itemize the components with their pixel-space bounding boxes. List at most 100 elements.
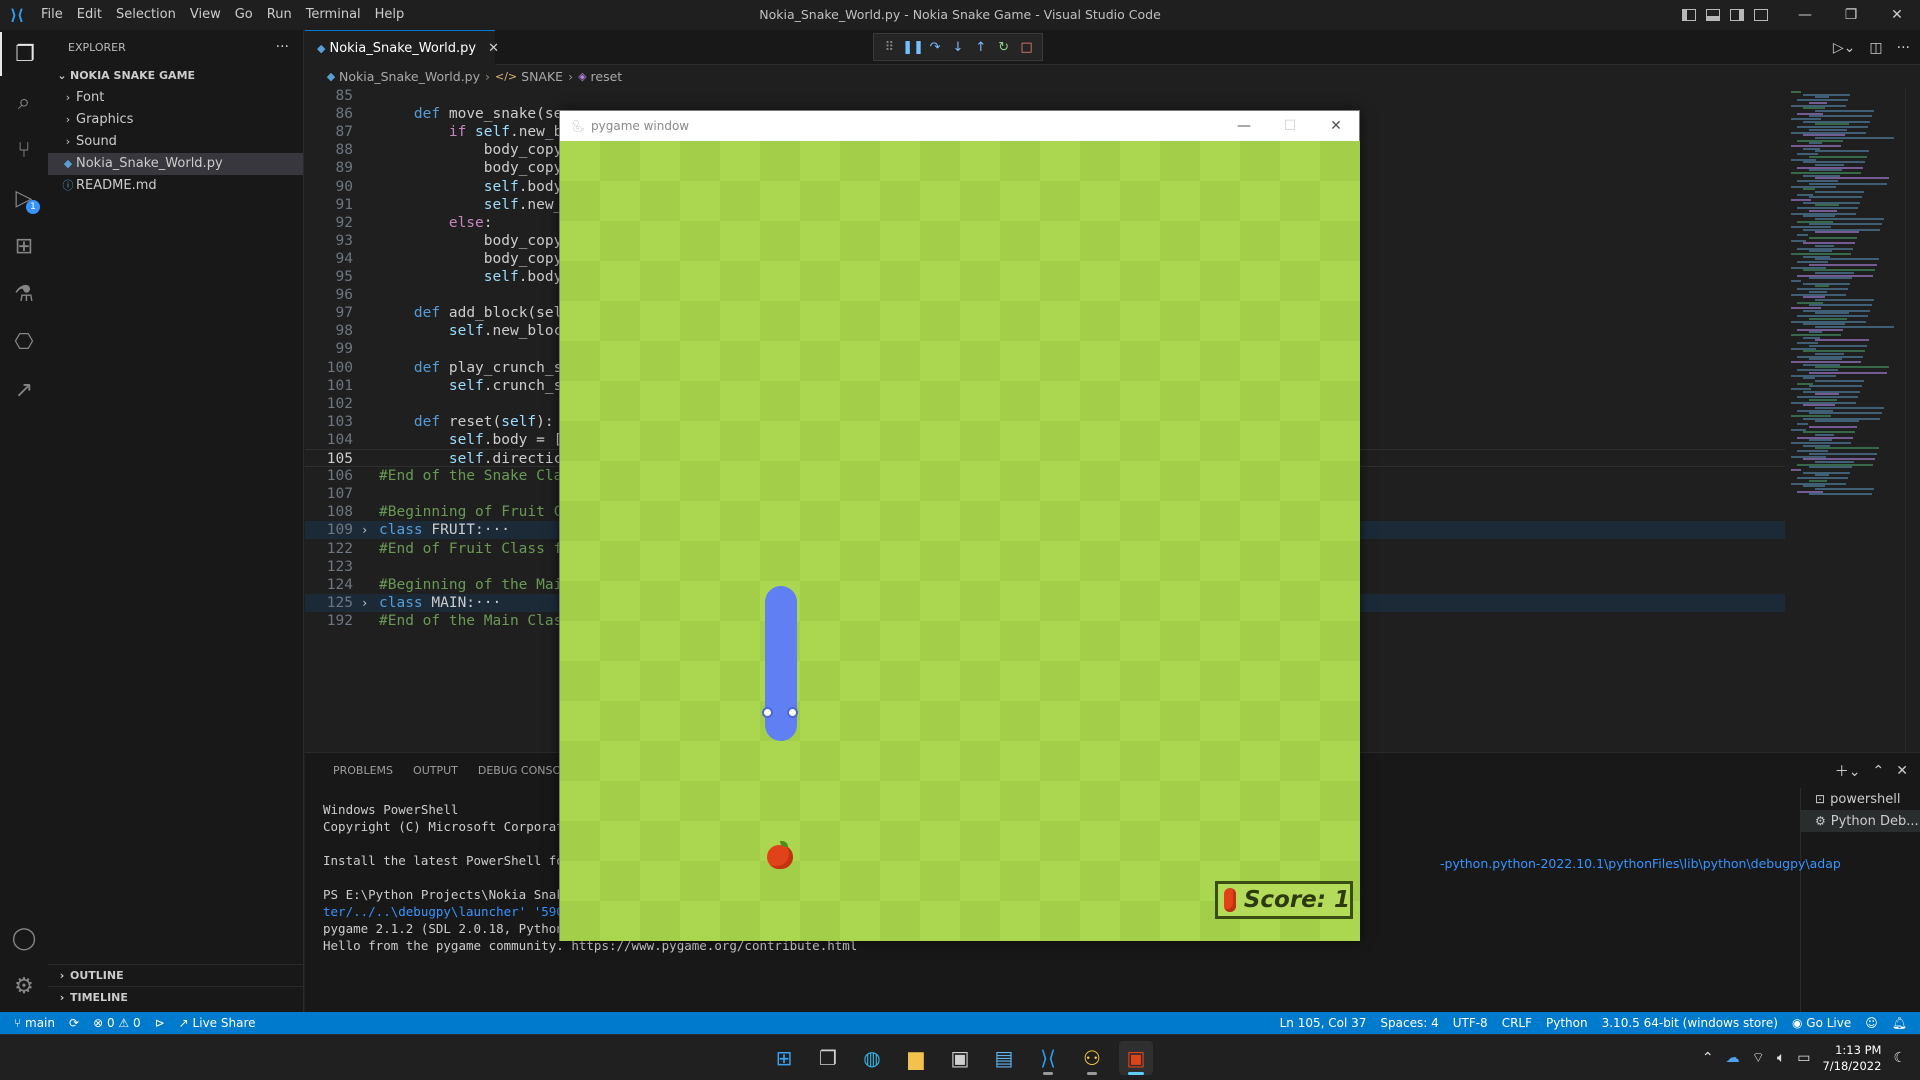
tray-overflow-chevron-icon[interactable]: ⌃ (1702, 1050, 1714, 1066)
new-terminal-icon[interactable]: ＋⌄ (1835, 761, 1861, 781)
onedrive-cloud-icon[interactable]: ☁ (1726, 1050, 1740, 1066)
encoding[interactable]: UTF-8 (1446, 1016, 1495, 1030)
branch-indicator[interactable]: ⑂ main (0, 1016, 62, 1030)
pygame-window[interactable]: 🐍︎ pygame window — ☐ ✕ Score: 1 (559, 110, 1360, 941)
step-over-icon[interactable]: ↷ (925, 40, 945, 55)
settings-gear-icon[interactable]: ⚙ (0, 964, 48, 1008)
panel-tab-problems[interactable]: PROBLEMS (323, 753, 403, 788)
search-icon[interactable]: ⌕ (0, 80, 48, 124)
maximize-panel-icon[interactable]: ⌃ (1873, 763, 1885, 779)
stop-icon[interactable]: □ (1016, 40, 1036, 55)
workspace-root[interactable]: ⌄ NOKIA SNAKE GAME (48, 65, 303, 87)
menu-file[interactable]: File (34, 0, 70, 30)
code-line[interactable]: 85 (305, 87, 1785, 105)
close-button[interactable]: ✕ (1874, 0, 1920, 30)
drag-handle-icon[interactable]: ⠿ (879, 40, 899, 55)
task-view-icon[interactable]: ❐ (811, 1041, 845, 1075)
menu-selection[interactable]: Selection (109, 0, 183, 30)
step-into-icon[interactable]: ↓ (948, 40, 968, 55)
menu-terminal[interactable]: Terminal (299, 0, 368, 30)
menu-view[interactable]: View (183, 0, 228, 30)
feedback-icon[interactable]: ☺ (1858, 1016, 1885, 1030)
vscode-taskbar-icon[interactable]: ⟩⟨ (1031, 1041, 1065, 1075)
pygame-minimize-button[interactable]: — (1221, 111, 1267, 141)
customize-layout-icon[interactable] (1754, 9, 1768, 21)
source-control-icon[interactable]: ⑂ (0, 128, 48, 172)
breadcrumb-file[interactable]: Nokia_Snake_World.py (339, 69, 480, 84)
debug-status-icon[interactable]: ⊳ (148, 1016, 172, 1030)
live-share-icon[interactable]: ↗ (0, 368, 48, 412)
wifi-icon[interactable]: ⌔ (1752, 1049, 1765, 1067)
restart-icon[interactable]: ↻ (994, 40, 1014, 55)
indentation[interactable]: Spaces: 4 (1373, 1016, 1445, 1030)
accounts-icon[interactable]: ◯ (0, 916, 48, 960)
minimap-line (1809, 101, 1827, 104)
terminal-item-powershell[interactable]: ⊡ powershell (1801, 788, 1920, 810)
run-debug-icon[interactable]: ▷ 1 (0, 176, 48, 220)
outline-section[interactable]: › OUTLINE (48, 964, 303, 986)
panel-tab-output[interactable]: OUTPUT (403, 753, 468, 788)
tree-item-sound[interactable]: › Sound (48, 131, 303, 153)
remote-explorer-icon[interactable]: ⎔ (0, 320, 48, 364)
tab-nokia-snake-world[interactable]: ◆ Nokia_Snake_World.py ✕ (305, 30, 499, 65)
pygame-taskbar-icon[interactable]: ▣ (1119, 1041, 1153, 1075)
fold-chevron-icon[interactable]: › (361, 521, 368, 539)
split-editor-icon[interactable]: ◫ (1869, 40, 1882, 56)
board-cell (1200, 501, 1240, 541)
notepad-icon[interactable]: ▤ (987, 1041, 1021, 1075)
menu-go[interactable]: Go (228, 0, 260, 30)
minimap-line (1809, 223, 1882, 226)
minimize-button[interactable]: — (1782, 0, 1828, 30)
file-explorer-icon[interactable]: ▆ (899, 1041, 933, 1075)
end-of-line[interactable]: CRLF (1495, 1016, 1539, 1030)
game-board[interactable]: Score: 1 (560, 141, 1360, 941)
go-live-button[interactable]: ◉ Go Live (1785, 1016, 1858, 1030)
battery-icon[interactable]: ▭ (1797, 1050, 1810, 1066)
toggle-panel-icon[interactable] (1706, 9, 1720, 21)
python-interpreter[interactable]: 3.10.5 64-bit (windows store) (1595, 1016, 1785, 1030)
tree-item-readme-md[interactable]: ⓘ README.md (48, 175, 303, 197)
sync-icon[interactable]: ⟳ (62, 1016, 86, 1030)
terminal-item-python-debug[interactable]: ⚙ Python Deb... (1801, 810, 1920, 832)
explorer-more-actions[interactable]: ··· (276, 30, 289, 65)
menu-run[interactable]: Run (260, 0, 299, 30)
restore-button[interactable]: ❐ (1828, 0, 1874, 30)
notifications-bell-icon[interactable]: 🔔︎ (1885, 1016, 1914, 1030)
close-panel-icon[interactable]: ✕ (1896, 763, 1908, 779)
timeline-section[interactable]: › TIMELINE (48, 986, 303, 1008)
store-icon[interactable]: ▣ (943, 1041, 977, 1075)
notification-moon-icon[interactable]: ☾ (1893, 1050, 1906, 1066)
menu-edit[interactable]: Edit (70, 0, 109, 30)
step-out-icon[interactable]: ↑ (971, 40, 991, 55)
line-number: 89 (335, 160, 353, 177)
pygame-title-bar[interactable]: 🐍︎ pygame window — ☐ ✕ (560, 111, 1359, 141)
editor-scrollbar[interactable] (1905, 87, 1920, 752)
breadcrumb-method[interactable]: reset (591, 69, 623, 84)
run-file-icon[interactable]: ▷⌄ (1833, 40, 1856, 56)
tree-item-graphics[interactable]: › Graphics (48, 109, 303, 131)
edge-browser-icon[interactable]: ◍ (855, 1041, 889, 1075)
fold-chevron-icon[interactable]: › (361, 594, 368, 612)
pygame-close-button[interactable]: ✕ (1313, 111, 1359, 141)
toggle-secondary-sidebar-icon[interactable] (1730, 9, 1744, 21)
breadcrumb-class[interactable]: SNAKE (521, 69, 563, 84)
menu-help[interactable]: Help (368, 0, 412, 30)
tree-item-font[interactable]: › Font (48, 87, 303, 109)
volume-muted-icon[interactable]: 🔈︎ (1777, 1050, 1785, 1066)
problems-indicator[interactable]: ⊗ 0 ⚠ 0 (86, 1016, 148, 1030)
minimap[interactable] (1785, 87, 1905, 752)
system-clock[interactable]: 1:13 PM 7/18/2022 (1822, 1042, 1881, 1074)
toggle-primary-sidebar-icon[interactable] (1682, 9, 1696, 21)
tree-item-nokia-snake-world-py[interactable]: ◆ Nokia_Snake_World.py (48, 153, 303, 175)
extensions-icon[interactable]: ⊞ (0, 224, 48, 268)
pause-icon[interactable]: ❚❚ (902, 40, 924, 55)
more-actions-icon[interactable]: ··· (1897, 40, 1910, 56)
explorer-icon[interactable]: ❐ (0, 32, 48, 76)
language-mode[interactable]: Python (1539, 1016, 1595, 1030)
live-share-status[interactable]: ↗ Live Share (172, 1016, 263, 1030)
cursor-position[interactable]: Ln 105, Col 37 (1273, 1016, 1374, 1030)
python-taskbar-icon[interactable]: ⚇ (1075, 1041, 1109, 1075)
tab-close-icon[interactable]: ✕ (488, 41, 499, 56)
start-windows-icon[interactable]: ⊞ (767, 1041, 801, 1075)
testing-icon[interactable]: ⚗ (0, 272, 48, 316)
